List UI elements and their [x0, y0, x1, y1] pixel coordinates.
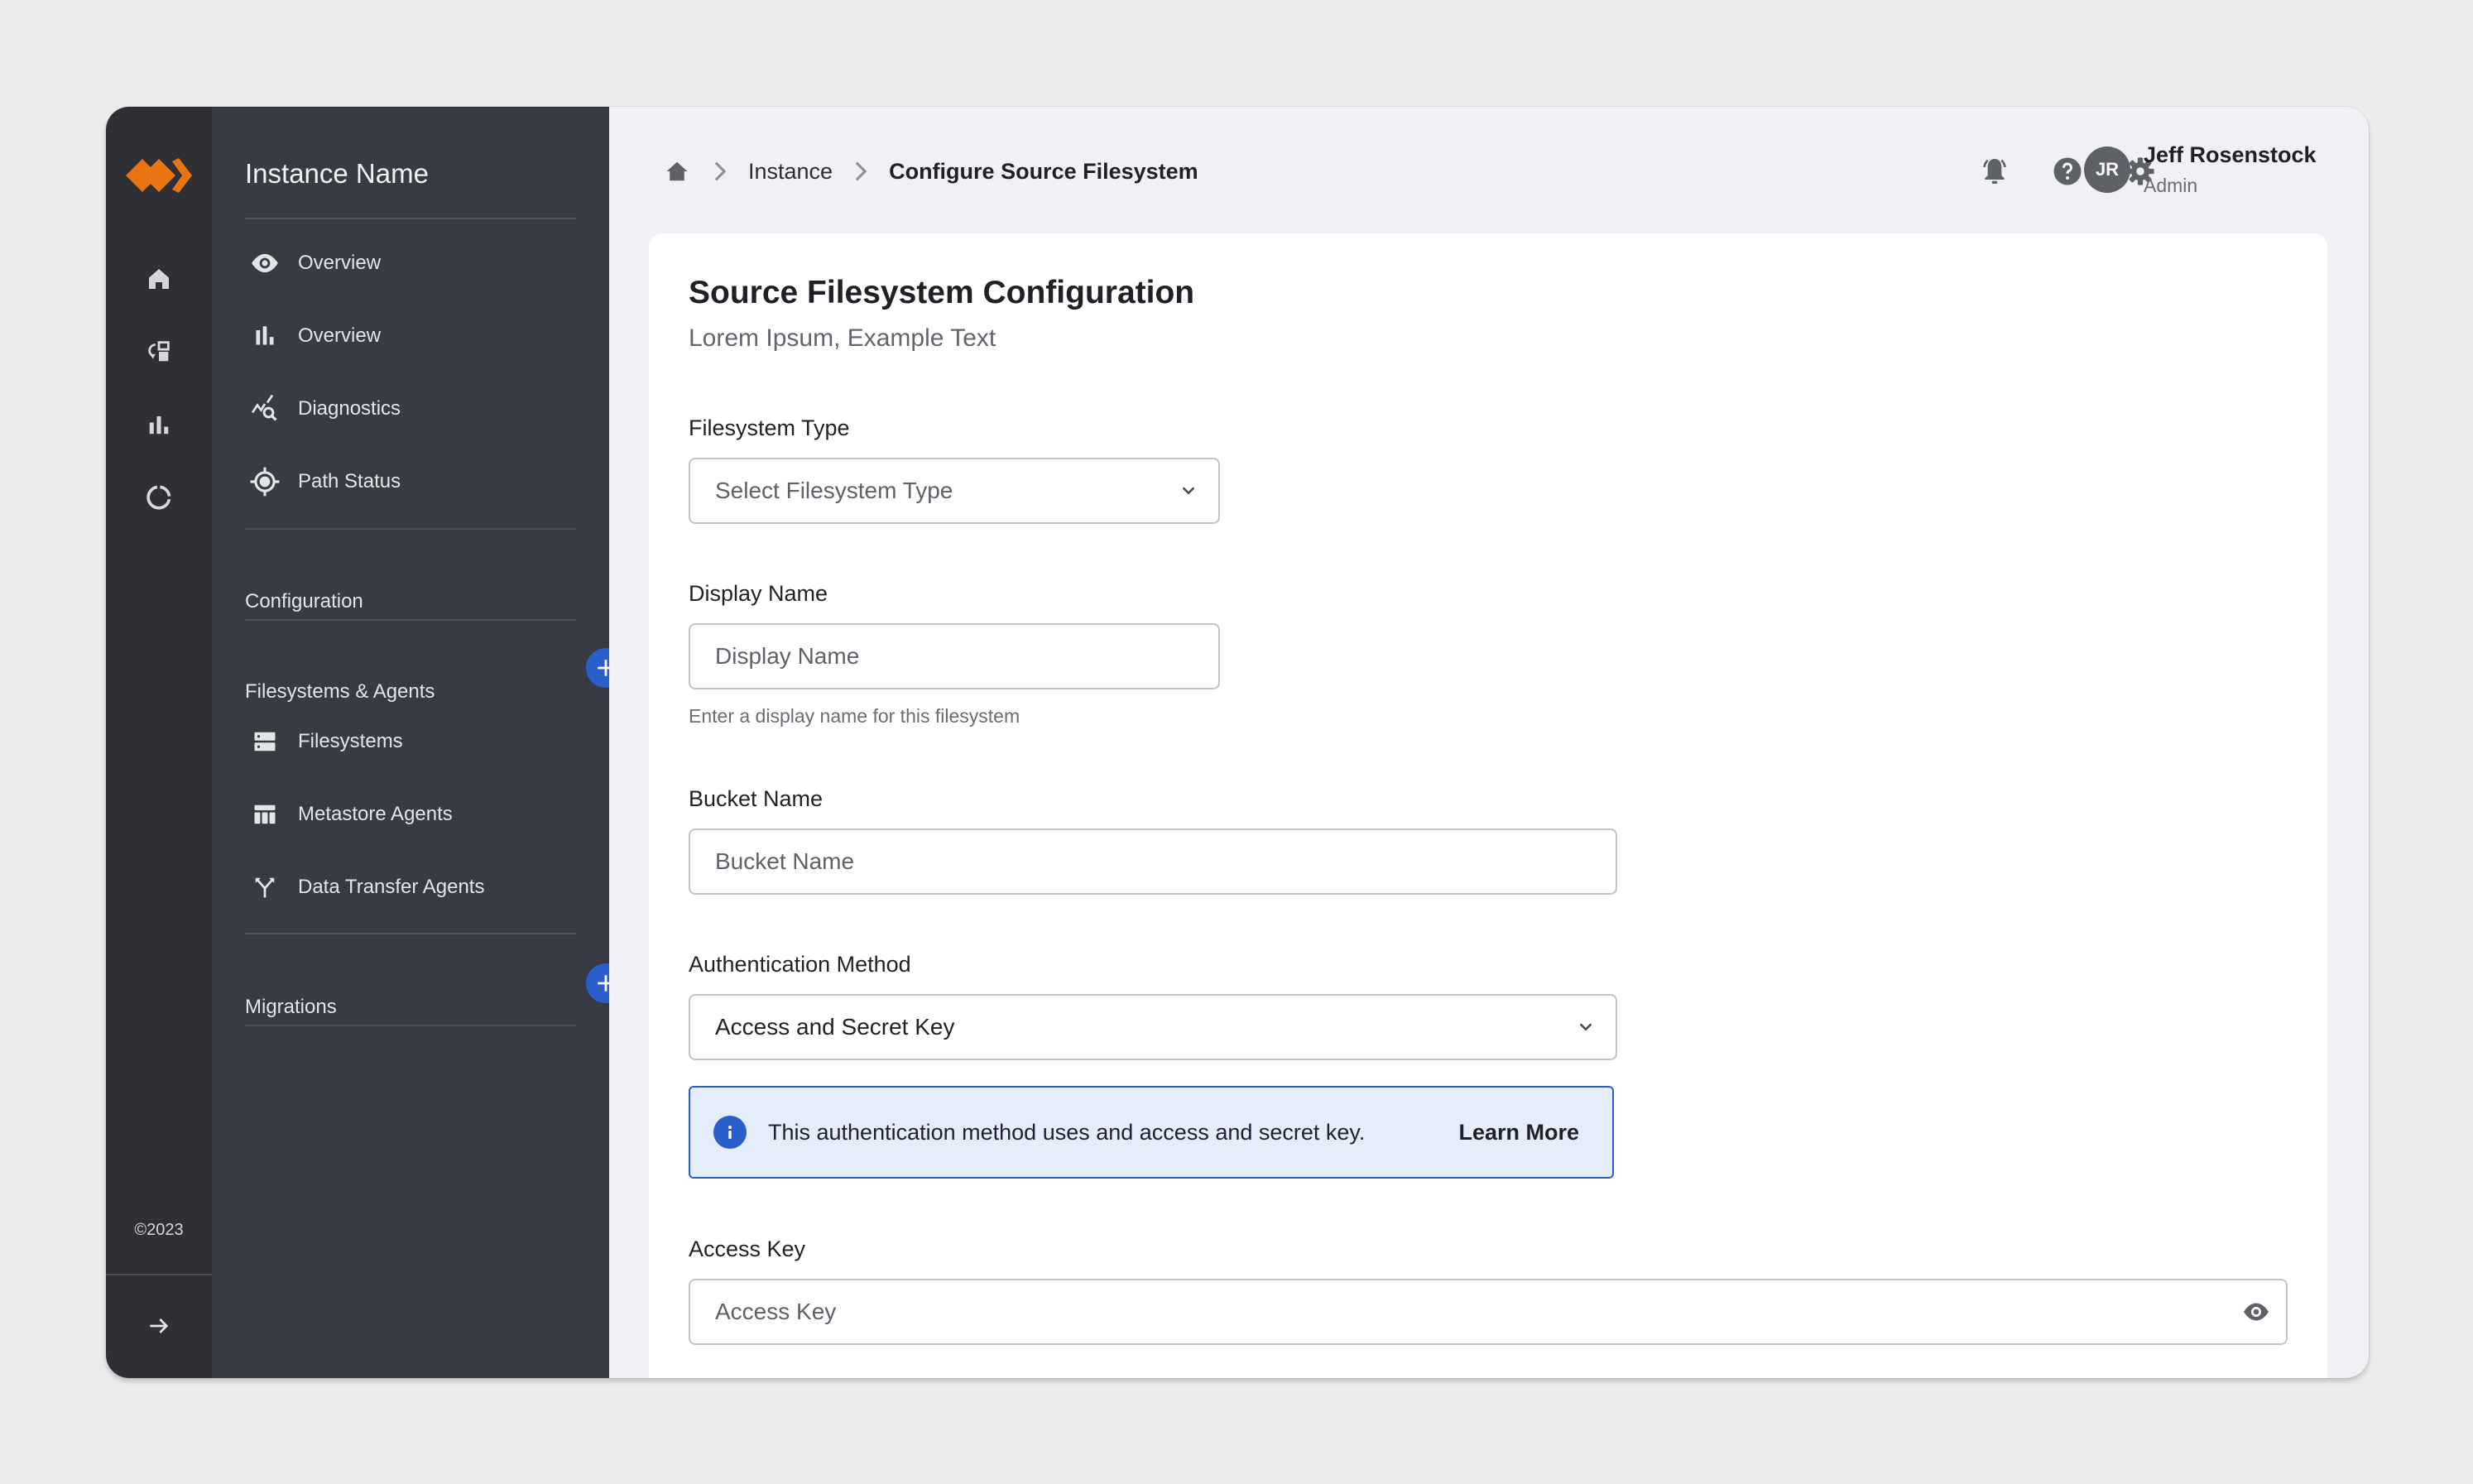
info-icon	[713, 1116, 747, 1149]
breadcrumb: Instance Configure Source Filesystem	[662, 148, 1198, 195]
info-banner-text: This authentication method uses and acce…	[768, 1119, 1366, 1145]
nav-item-label: Filesystems	[298, 730, 403, 752]
nav-item-data-transfer-agents[interactable]: Data Transfer Agents	[245, 862, 576, 912]
section-label: Migrations	[245, 996, 337, 1018]
nav-divider	[245, 218, 576, 219]
bucket-name-input[interactable]	[689, 828, 1617, 895]
notifications-button[interactable]	[1975, 151, 2014, 191]
expand-sidebar-button[interactable]	[142, 1309, 175, 1342]
help-icon	[2053, 157, 2082, 185]
chevron-down-icon	[1569, 1011, 1602, 1044]
nav-item-label: Overview	[298, 324, 382, 347]
nav-section-filesystems-agents[interactable]: Filesystems & Agents	[245, 665, 576, 718]
main-content: Instance Configure Source Filesystem JR …	[609, 107, 2369, 1378]
auth-info-banner: This authentication method uses and acce…	[689, 1086, 1614, 1179]
bell-icon	[1983, 159, 2006, 184]
filesystem-type-placeholder: Select Filesystem Type	[715, 478, 953, 503]
chevron-right-icon	[844, 161, 877, 182]
form-title: Source Filesystem Configuration	[689, 275, 1195, 310]
rail-home-button[interactable]	[142, 262, 175, 295]
learn-more-link[interactable]: Learn More	[1458, 1120, 1579, 1145]
table-icon	[245, 798, 285, 831]
home-icon	[149, 269, 169, 289]
nav-item-overview[interactable]: Overview	[245, 238, 576, 288]
instance-name: Instance Name	[245, 158, 429, 189]
form-subtitle: Lorem Ipsum, Example Text	[689, 324, 996, 352]
target-icon	[245, 465, 285, 498]
section-label: Configuration	[245, 590, 363, 612]
breadcrumb-home-link[interactable]	[662, 156, 692, 186]
user-avatar[interactable]: JR	[2084, 146, 2130, 193]
access-key-label: Access Key	[689, 1237, 806, 1261]
chevron-down-icon	[1172, 474, 1205, 507]
nav-item-overview-stats[interactable]: Overview	[245, 311, 576, 361]
display-name-input[interactable]	[689, 623, 1220, 689]
display-name-helper: Enter a display name for this filesystem	[689, 705, 1020, 727]
rail-analytics-button[interactable]	[142, 408, 175, 441]
rail-migrations-button[interactable]	[142, 335, 175, 368]
help-button[interactable]	[2048, 151, 2087, 191]
nav-divider	[245, 528, 576, 530]
display-name-label: Display Name	[689, 581, 828, 606]
diagnostics-icon	[245, 392, 285, 425]
rail-status-button[interactable]	[142, 481, 175, 514]
nav-item-path-status[interactable]: Path Status	[245, 457, 576, 507]
nav-divider	[245, 933, 576, 934]
bucket-name-label: Bucket Name	[689, 786, 824, 811]
user-name: Jeff Rosenstock	[2144, 142, 2317, 167]
breadcrumb-current: Configure Source Filesystem	[889, 158, 1198, 184]
nav-divider	[245, 619, 576, 621]
auth-method-select[interactable]: Access and Secret Key	[689, 994, 1617, 1060]
auth-method-value: Access and Secret Key	[715, 1014, 955, 1040]
icon-rail: ©2023	[106, 107, 212, 1378]
rail-divider	[106, 1274, 212, 1275]
eye-icon	[2244, 1303, 2269, 1321]
bar-chart-icon	[149, 416, 169, 435]
nav-item-diagnostics[interactable]: Diagnostics	[245, 384, 576, 434]
storage-icon	[245, 725, 285, 758]
nav-item-label: Overview	[298, 252, 382, 274]
nav-divider	[245, 1025, 576, 1026]
section-label: Filesystems & Agents	[245, 680, 435, 703]
filesystem-type-select[interactable]: Select Filesystem Type	[689, 458, 1220, 524]
nav-item-metastore-agents[interactable]: Metastore Agents	[245, 790, 576, 839]
eye-icon	[245, 247, 285, 280]
nav-item-label: Metastore Agents	[298, 803, 453, 825]
form-card: Source Filesystem Configuration Lorem Ip…	[649, 233, 2327, 1378]
nav-item-label: Path Status	[298, 470, 401, 492]
nav-item-label: Diagnostics	[298, 397, 401, 420]
auth-method-label: Authentication Method	[689, 952, 911, 977]
home-icon	[666, 161, 688, 181]
toggle-visibility-button[interactable]	[2240, 1295, 2273, 1328]
brand-logo-icon	[126, 158, 192, 193]
nav-item-label: Data Transfer Agents	[298, 876, 485, 898]
donut-icon	[146, 485, 171, 510]
user-role: Admin	[2144, 175, 2198, 196]
access-key-input[interactable]	[689, 1279, 2288, 1345]
filesystem-type-label: Filesystem Type	[689, 415, 850, 440]
display-name-field[interactable]	[715, 643, 1193, 670]
copyright-text: ©2023	[134, 1221, 184, 1239]
nav-item-filesystems[interactable]: Filesystems	[245, 717, 576, 766]
merge-icon	[245, 871, 285, 904]
chevron-right-icon	[703, 161, 737, 182]
navigation-panel: Instance Name Overview Overview Diagnost…	[212, 107, 669, 1378]
bar-chart-icon	[245, 319, 285, 353]
breadcrumb-instance-link[interactable]: Instance	[748, 159, 833, 185]
app-window: ©2023 Instance Name Overview Overview Di…	[106, 107, 2369, 1378]
arrow-right-icon	[150, 1318, 169, 1333]
bucket-name-field[interactable]	[715, 848, 1591, 875]
migration-icon	[148, 341, 170, 362]
access-key-field[interactable]	[715, 1299, 2240, 1325]
